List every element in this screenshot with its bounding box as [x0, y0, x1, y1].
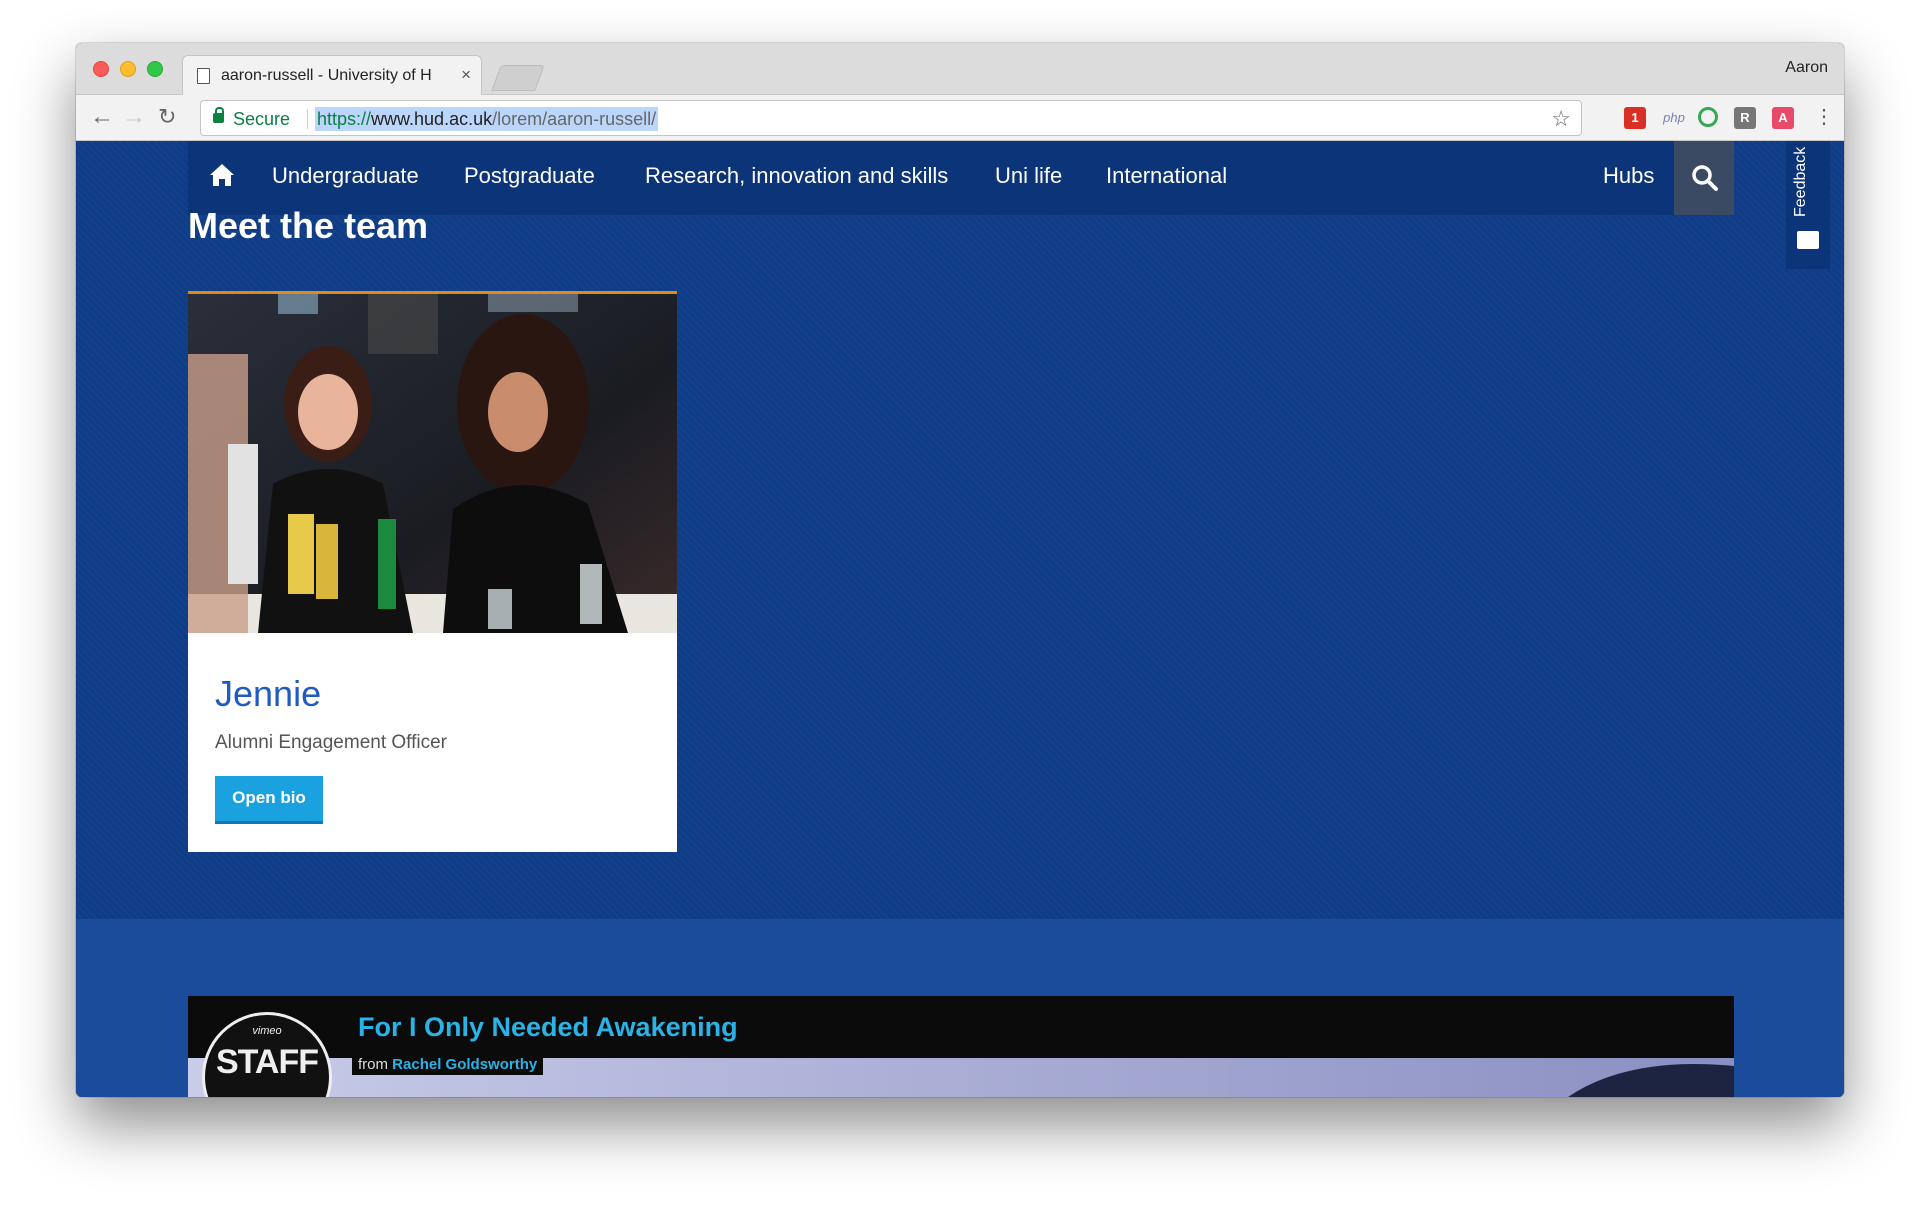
back-arrow-icon[interactable]: ← — [90, 103, 114, 131]
reload-icon[interactable]: ↻ — [158, 103, 176, 131]
r-extension-icon[interactable]: R — [1734, 107, 1756, 129]
feedback-label: Feedback — [1792, 146, 1809, 217]
section-title: Meet the team — [188, 205, 429, 246]
video-title[interactable]: For I Only Needed Awakening — [352, 1010, 744, 1045]
php-extension-icon[interactable]: php — [1660, 107, 1688, 129]
close-window-button[interactable] — [93, 61, 109, 77]
feedback-tab[interactable]: Feedback — [1786, 141, 1830, 269]
url-text[interactable]: https://www.hud.ac.uk/lorem/aaron-russel… — [315, 107, 659, 131]
feedback-icon — [1797, 231, 1819, 249]
home-icon[interactable] — [208, 161, 236, 189]
search-icon — [1692, 165, 1718, 191]
forward-arrow-icon[interactable]: → — [122, 103, 146, 131]
browser-window: aaron-russell - University of H × Aaron … — [76, 43, 1844, 1097]
video-byline: from Rachel Goldsworthy — [352, 1054, 544, 1075]
staff-pick-brand: vimeo — [252, 1025, 282, 1037]
tab-close-icon[interactable]: × — [461, 65, 471, 85]
nav-item-international[interactable]: International — [1106, 163, 1227, 189]
nav-item-hubs[interactable]: Hubs — [1603, 163, 1654, 189]
nav-item-research[interactable]: Research, innovation and skills — [645, 163, 948, 189]
video-embed[interactable]: vimeo STAFF For I Only Needed Awakening … — [188, 996, 1734, 1097]
team-member-photo — [188, 294, 677, 633]
address-bar[interactable]: Secure https://www.hud.ac.uk/lorem/aaron… — [200, 100, 1582, 136]
url-host: www.hud.ac.uk — [371, 109, 493, 129]
address-separator — [307, 109, 308, 129]
a-extension-icon[interactable]: A — [1772, 107, 1794, 129]
browser-toolbar: ← → ↻ Secure https://www.hud.ac.uk/lorem… — [76, 95, 1844, 141]
lock-icon — [213, 107, 224, 123]
video-author[interactable]: Rachel Goldsworthy — [392, 1056, 537, 1073]
green-ring-extension-icon[interactable] — [1698, 107, 1718, 127]
staff-pick-badge: vimeo STAFF — [202, 1012, 332, 1097]
tab-title: aaron-russell - University of H — [221, 67, 432, 84]
zoom-window-button[interactable] — [147, 61, 163, 77]
open-bio-button[interactable]: Open bio — [215, 776, 323, 824]
new-tab-button[interactable] — [491, 65, 545, 91]
main-navigation: Undergraduate Postgraduate Research, inn… — [188, 141, 1734, 215]
team-member-name[interactable]: Jennie — [215, 673, 321, 715]
nav-item-postgraduate[interactable]: Postgraduate — [464, 163, 595, 189]
tab-strip: aaron-russell - University of H × Aaron — [76, 43, 1844, 95]
nav-item-uni-life[interactable]: Uni life — [995, 163, 1062, 189]
calendar-extension-icon[interactable]: 1 — [1624, 107, 1646, 129]
web-page: Undergraduate Postgraduate Research, inn… — [76, 141, 1844, 1097]
staff-pick-text: STAFF — [215, 1043, 319, 1081]
team-member-role: Alumni Engagement Officer — [215, 732, 447, 753]
browser-tab[interactable]: aaron-russell - University of H × — [182, 55, 482, 95]
search-button[interactable] — [1674, 141, 1734, 215]
url-path: /lorem/aaron-russell/ — [492, 109, 657, 129]
url-scheme: https:// — [317, 109, 372, 129]
profile-name[interactable]: Aaron — [1785, 59, 1828, 77]
document-icon — [197, 68, 210, 84]
secure-label[interactable]: Secure — [233, 109, 290, 130]
star-icon[interactable]: ☆ — [1551, 106, 1571, 132]
team-member-card: Jennie Alumni Engagement Officer Open bi… — [188, 291, 677, 852]
menu-dots-icon[interactable]: ⋮ — [1814, 105, 1834, 129]
nav-item-undergraduate[interactable]: Undergraduate — [272, 163, 419, 189]
video-from-label: from — [358, 1056, 388, 1073]
minimize-window-button[interactable] — [120, 61, 136, 77]
